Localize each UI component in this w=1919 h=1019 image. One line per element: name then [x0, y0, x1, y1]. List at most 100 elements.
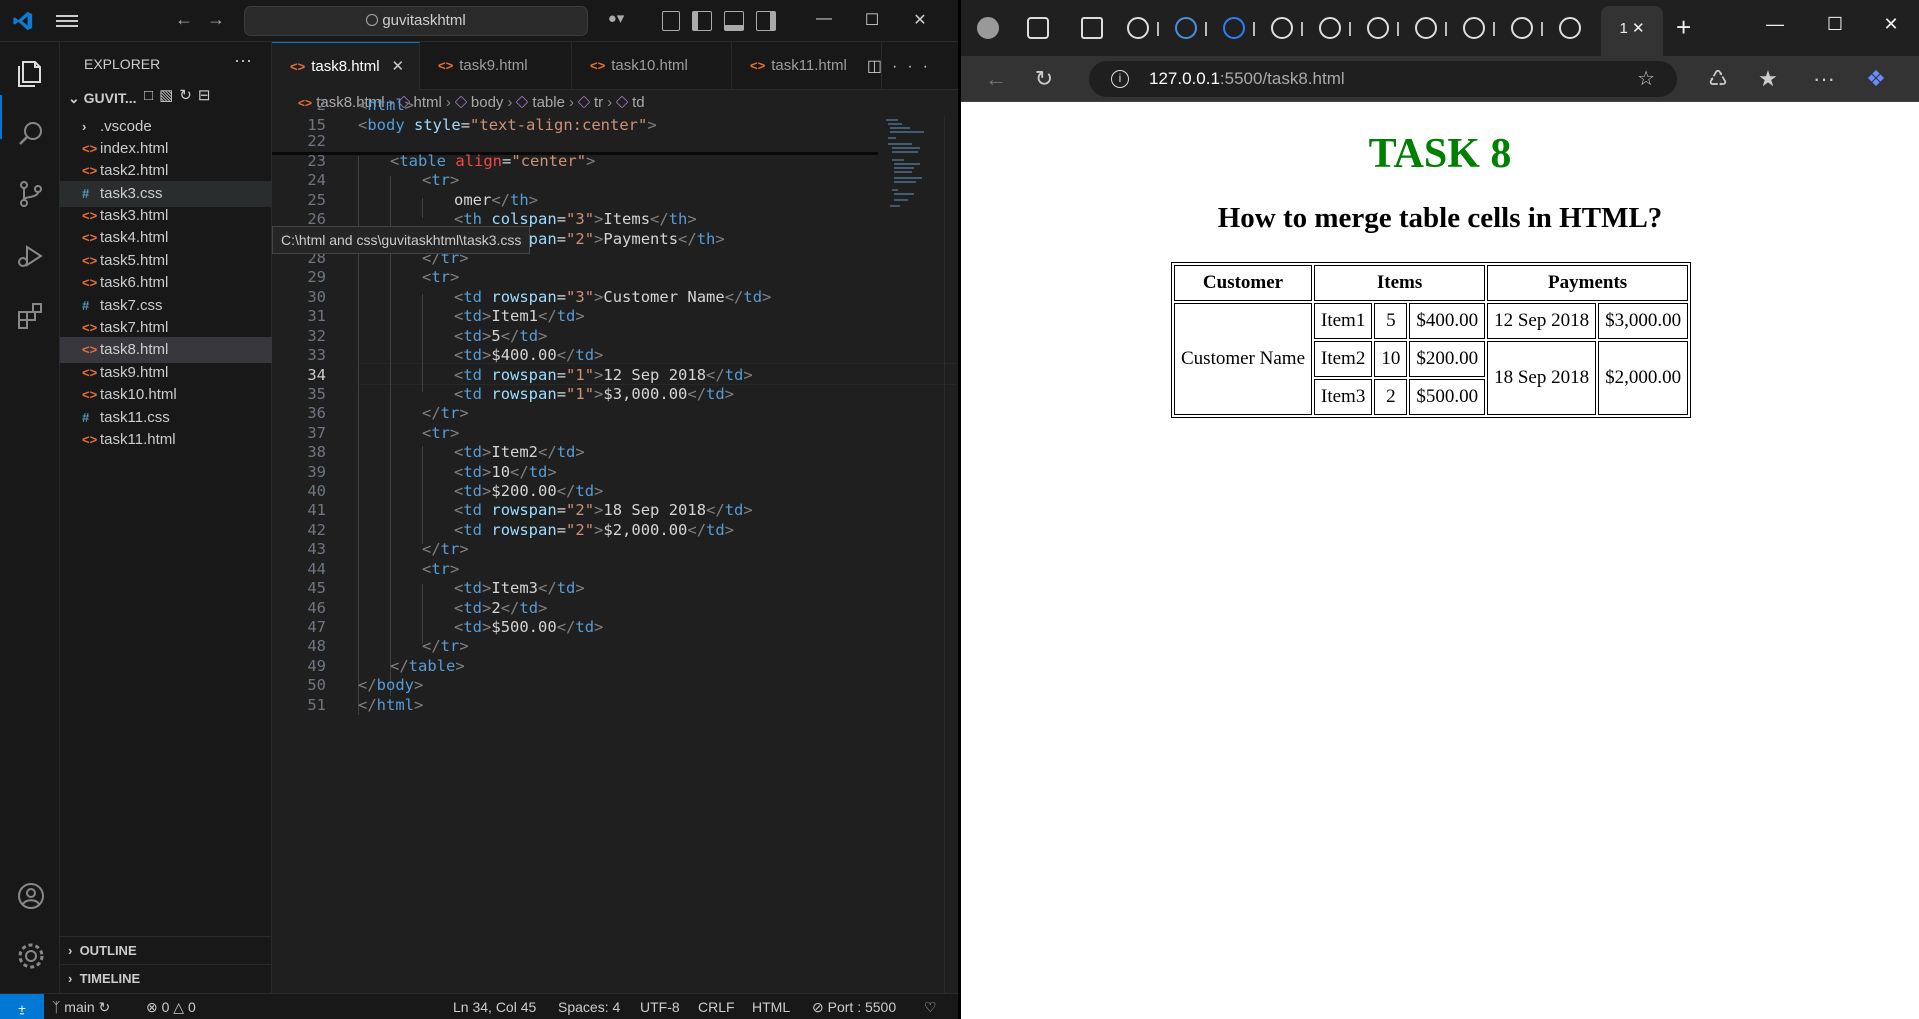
new-tab-icon[interactable]: +	[1676, 12, 1691, 43]
new-file-icon[interactable]: □	[144, 87, 159, 104]
code-line[interactable]: <td rowspan="3">Customer Name</td>	[454, 288, 771, 306]
code-line[interactable]: omer</th>	[454, 191, 538, 209]
git-branch[interactable]: ᛉ main ↻	[52, 994, 110, 1019]
workspaces-icon[interactable]	[1027, 17, 1049, 39]
back-arrow-icon[interactable]: ←	[981, 66, 1011, 92]
code-line[interactable]: <body style="text-align:center">	[358, 116, 657, 134]
menu-icon[interactable]	[56, 12, 78, 30]
explorer-icon[interactable]	[15, 56, 47, 88]
close-tab-icon[interactable]: ✕	[1632, 20, 1645, 37]
address-bar[interactable]: i 127.0.0.1:5500/task8.html ☆	[1089, 61, 1677, 97]
code-line[interactable]: <tr>	[422, 171, 459, 189]
tab-task9[interactable]: <> task9.html	[420, 42, 572, 90]
breadcrumb-item[interactable]: table	[532, 94, 565, 111]
profile-avatar-icon[interactable]	[977, 17, 999, 39]
end-of-line[interactable]: CRLF	[698, 994, 735, 1019]
source-control-icon[interactable]	[15, 178, 47, 210]
site-info-icon[interactable]: i	[1111, 70, 1129, 88]
code-line[interactable]: <td rowspan="2">$2,000.00</td>	[454, 521, 734, 539]
globe-icon[interactable]	[1511, 17, 1533, 39]
code-line[interactable]: <tr>	[422, 424, 459, 442]
outline-section[interactable]: › OUTLINE	[60, 936, 272, 964]
active-browser-tab[interactable]: 1 ✕	[1601, 6, 1663, 56]
account-icon[interactable]	[15, 880, 47, 912]
toggle-panel-icon[interactable]	[724, 11, 744, 31]
customize-layout-icon[interactable]	[662, 11, 680, 31]
collapse-all-icon[interactable]: ⊟	[198, 87, 217, 104]
minimap[interactable]	[884, 116, 944, 216]
tab-actions-icon[interactable]	[1081, 17, 1103, 39]
copilot-icon[interactable]: ●▾	[604, 9, 628, 27]
globe-icon[interactable]	[1319, 17, 1341, 39]
tab-task10[interactable]: <> task10.html	[572, 42, 732, 90]
globe-icon[interactable]	[1367, 17, 1389, 39]
settings-gear-icon[interactable]	[15, 940, 47, 972]
notifications-bell-icon[interactable]: ♡	[924, 994, 937, 1019]
code-line[interactable]: <td>$500.00</td>	[454, 618, 603, 636]
language-mode[interactable]: HTML	[752, 994, 790, 1019]
copilot-icon[interactable]: ❖	[1861, 66, 1891, 92]
close-icon[interactable]: ✕	[1877, 14, 1905, 35]
close-icon[interactable]: ✕	[906, 10, 934, 30]
toggle-secondary-sidebar-icon[interactable]	[756, 11, 776, 31]
bing-icon[interactable]	[1223, 17, 1245, 39]
code-line[interactable]: <td>5</td>	[454, 327, 547, 345]
globe-icon[interactable]	[1127, 17, 1149, 39]
editor-scrollbar[interactable]	[944, 116, 958, 993]
code-line[interactable]: </tr>	[422, 404, 469, 422]
project-folder[interactable]: ⌄ GUVIT...	[68, 90, 137, 107]
encoding[interactable]: UTF-8	[640, 994, 680, 1019]
code-line[interactable]: <td>Item2</td>	[454, 443, 585, 461]
globe-icon[interactable]	[1415, 17, 1437, 39]
command-center-search[interactable]: guvitaskhtml	[244, 6, 588, 36]
toggle-sidebar-icon[interactable]	[692, 11, 712, 31]
new-folder-icon[interactable]: ▧	[159, 87, 179, 104]
code-line[interactable]: <td>Item3</td>	[454, 579, 585, 597]
code-line[interactable]: <tr>	[422, 560, 459, 578]
more-actions-icon[interactable]: ···	[892, 58, 938, 75]
favorite-star-icon[interactable]: ☆	[1637, 61, 1655, 97]
extensions-icon[interactable]	[15, 300, 47, 332]
tab-task8[interactable]: <> task8.html ✕	[272, 42, 420, 90]
minimize-icon[interactable]: —	[1761, 14, 1789, 35]
code-line[interactable]: <tr>	[422, 268, 459, 286]
code-line[interactable]: <td>Item1</td>	[454, 307, 585, 325]
code-line[interactable]: <html>	[358, 96, 414, 114]
extensions-puzzle-icon[interactable]: ♺	[1703, 66, 1733, 92]
split-editor-icon[interactable]: ◫	[867, 58, 892, 75]
globe-icon[interactable]	[1271, 17, 1293, 39]
search-icon[interactable]	[15, 118, 47, 150]
code-line[interactable]: <td rowspan="1">$3,000.00</td>	[454, 385, 734, 403]
timeline-section[interactable]: › TIMELINE	[60, 964, 272, 992]
back-arrow-icon[interactable]: ←	[172, 9, 196, 30]
code-line[interactable]: </tr>	[422, 637, 469, 655]
indentation[interactable]: Spaces: 4	[558, 994, 620, 1019]
cursor-position[interactable]: Ln 34, Col 45	[453, 994, 536, 1019]
code-line[interactable]: </body>	[358, 676, 423, 694]
search-icon[interactable]	[1175, 17, 1197, 39]
code-line[interactable]: <table align="center">	[390, 152, 595, 170]
refresh-icon[interactable]: ↻	[179, 87, 198, 104]
problems-indicator[interactable]: ⊗ 0 △ 0	[146, 994, 196, 1019]
close-tab-icon[interactable]: ✕	[392, 58, 405, 75]
forward-arrow-icon[interactable]: →	[204, 9, 228, 30]
code-line[interactable]: <td>$400.00</td>	[454, 346, 603, 364]
code-line[interactable]: </html>	[358, 696, 423, 714]
code-line[interactable]: <td>$200.00</td>	[454, 482, 603, 500]
favorites-icon[interactable]: ★	[1753, 66, 1783, 92]
code-line[interactable]: <td rowspan="2">18 Sep 2018</td>	[454, 501, 753, 519]
tab-task11[interactable]: <> task11.html	[732, 42, 882, 90]
globe-icon[interactable]	[1463, 17, 1485, 39]
more-actions-icon[interactable]: ···	[234, 50, 252, 71]
breadcrumb-item[interactable]: body	[471, 94, 504, 111]
minimize-icon[interactable]: —	[810, 10, 838, 28]
code-line[interactable]: <td>2</td>	[454, 599, 547, 617]
breadcrumb-item[interactable]: tr	[594, 94, 603, 111]
code-line[interactable]: </tr>	[422, 540, 469, 558]
file-item[interactable]: <> task11.html	[60, 427, 272, 453]
globe-icon[interactable]	[1559, 17, 1581, 39]
more-options-icon[interactable]: ···	[1809, 66, 1839, 92]
run-debug-icon[interactable]	[15, 240, 47, 272]
reload-icon[interactable]: ↻	[1029, 66, 1059, 92]
remote-indicator-icon[interactable]: ⨦	[0, 994, 44, 1019]
